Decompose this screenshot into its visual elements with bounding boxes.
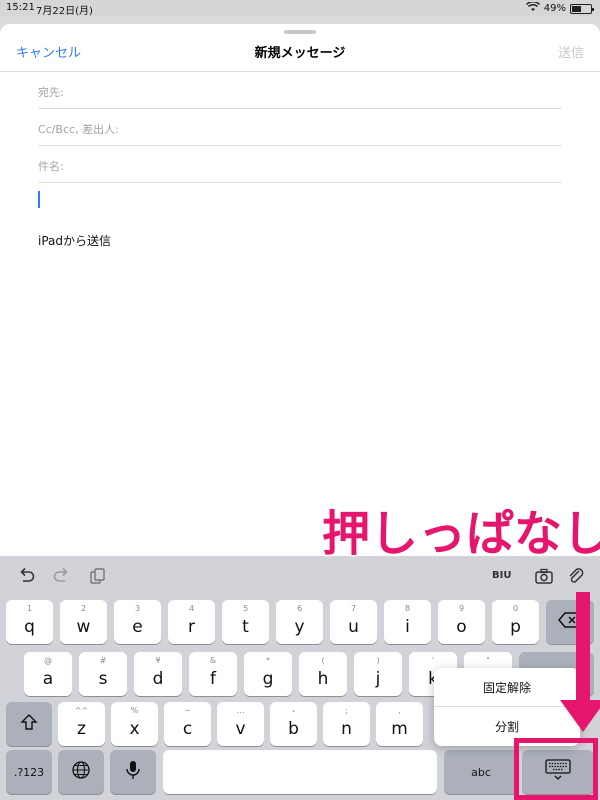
- status-indicators: 49%: [525, 0, 594, 15]
- subject-label: 件名:: [38, 160, 64, 173]
- annotation-arrow-head: [560, 700, 600, 732]
- format-button[interactable]: BIU: [492, 570, 516, 590]
- page-title: 新規メッセージ: [254, 46, 346, 61]
- battery-icon: [570, 3, 594, 14]
- key-i[interactable]: 8i: [384, 600, 431, 644]
- battery-percent: 49%: [543, 3, 566, 14]
- key-s[interactable]: # s: [79, 652, 127, 696]
- key-p[interactable]: 0p: [492, 600, 539, 644]
- status-time: 15:21: [6, 2, 35, 13]
- attachment-icon[interactable]: [566, 566, 586, 586]
- key-z[interactable]: ^^ z: [58, 702, 105, 746]
- camera-icon[interactable]: [534, 566, 554, 586]
- key-o[interactable]: 9o: [438, 600, 485, 644]
- compose-nav-bar: キャンセル 新規メッセージ 送信: [0, 34, 600, 70]
- annotation-highlight: [514, 738, 598, 800]
- key-u[interactable]: 7u: [330, 600, 377, 644]
- status-date: 7月22日(月): [36, 6, 93, 17]
- abc-key[interactable]: abc: [444, 750, 518, 794]
- key-e[interactable]: 3e: [114, 600, 161, 644]
- key-f[interactable]: & f: [189, 652, 237, 696]
- key-c[interactable]: ~ c: [164, 702, 211, 746]
- subject-field[interactable]: 件名:: [38, 146, 562, 183]
- wifi-icon: [525, 0, 540, 15]
- key-h[interactable]: (h: [299, 652, 347, 696]
- text-cursor: [38, 191, 40, 208]
- body-signature[interactable]: iPadから送信: [38, 232, 111, 249]
- key-a[interactable]: @ a: [24, 652, 72, 696]
- numbers-key[interactable]: .?123: [6, 750, 52, 794]
- send-button[interactable]: 送信: [558, 42, 584, 61]
- to-label: 宛先:: [38, 86, 64, 99]
- battery-level: [572, 5, 581, 12]
- key-g[interactable]: * g: [244, 652, 292, 696]
- annotation-arrow: [576, 592, 590, 704]
- key-y[interactable]: 6y: [276, 600, 323, 644]
- key-n[interactable]: ; n: [323, 702, 370, 746]
- key-q[interactable]: 1q: [6, 600, 53, 644]
- shift-key[interactable]: [6, 702, 52, 746]
- key-m[interactable]: ,m: [376, 702, 423, 746]
- key-w[interactable]: 2w: [60, 600, 107, 644]
- key-r[interactable]: 4r: [168, 600, 215, 644]
- to-field[interactable]: 宛先:: [38, 72, 562, 109]
- shift-icon: [20, 713, 38, 736]
- dictation-key[interactable]: [110, 750, 156, 794]
- paste-icon[interactable]: [88, 566, 108, 586]
- compose-sheet: キャンセル 新規メッセージ 送信 宛先: Cc/Bcc, 差出人: 件名: iP…: [0, 24, 600, 558]
- space-bar[interactable]: [163, 750, 437, 794]
- annotation-text: 押しっぱなし: [321, 505, 600, 563]
- key-j[interactable]: ) j: [354, 652, 402, 696]
- key-x[interactable]: % x: [111, 702, 158, 746]
- key-b[interactable]: ・ b: [270, 702, 317, 746]
- key-d[interactable]: ¥ d: [134, 652, 182, 696]
- globe-key[interactable]: [58, 750, 104, 794]
- redo-icon[interactable]: [52, 566, 72, 586]
- status-bar: 15:21 7月22日(月) 49%: [0, 0, 600, 17]
- key-t[interactable]: 5t: [222, 600, 269, 644]
- key-v[interactable]: … v: [217, 702, 264, 746]
- keyboard-options-menu: 固定解除 分割: [434, 668, 580, 746]
- cc-label: Cc/Bcc, 差出人:: [38, 123, 119, 136]
- cc-bcc-field[interactable]: Cc/Bcc, 差出人:: [38, 109, 562, 146]
- globe-icon: [71, 760, 91, 785]
- undo-icon[interactable]: [16, 566, 36, 586]
- microphone-icon: [125, 760, 141, 785]
- undock-menu-item[interactable]: 固定解除: [434, 668, 580, 707]
